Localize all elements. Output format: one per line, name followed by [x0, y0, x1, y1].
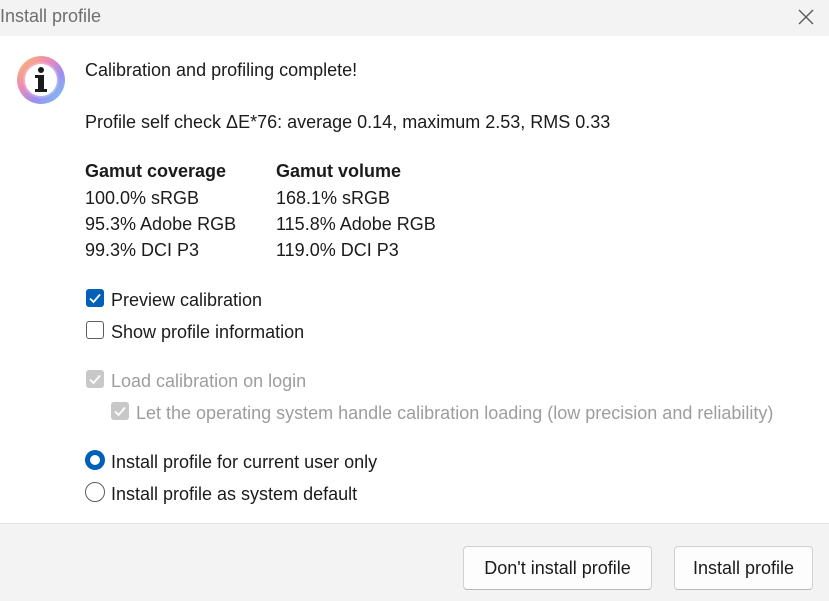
gamut-coverage-srgb: 100.0% sRGB — [85, 188, 200, 208]
dont-install-button[interactable]: Don't install profile — [463, 546, 652, 590]
install-system-default-radio[interactable] — [85, 482, 105, 502]
preview-calibration-checkbox[interactable] — [86, 289, 104, 307]
info-icon — [17, 56, 65, 104]
gamut-coverage-adobe-rgb: 95.3% Adobe RGB — [85, 214, 237, 234]
preview-calibration-label[interactable]: Preview calibration — [111, 289, 262, 311]
load-on-login-label: Load calibration on login — [111, 371, 307, 391]
gamut-volume-srgb: 168.1% sRGB — [276, 188, 391, 208]
close-icon — [798, 9, 814, 25]
window-title: Install profile — [0, 6, 102, 26]
os-handle-loading-label: Let the operating system handle calibrat… — [136, 403, 774, 423]
checkmark-icon — [114, 406, 126, 417]
show-profile-info-label[interactable]: Show profile information — [111, 321, 304, 343]
checkmark-icon — [89, 293, 101, 304]
checkmark-icon — [89, 374, 101, 385]
gamut-volume-adobe-rgb: 115.8% Adobe RGB — [276, 214, 436, 234]
install-current-user-label[interactable]: Install profile for current user only — [111, 451, 377, 473]
install-system-default-label[interactable]: Install profile as system default — [111, 483, 357, 505]
load-on-login-checkbox — [86, 370, 104, 388]
self-check-text: Profile self check ΔE*76: average 0.14, … — [85, 112, 611, 132]
gamut-coverage-header: Gamut coverage — [85, 161, 227, 181]
install-button[interactable]: Install profile — [674, 546, 813, 590]
completion-heading: Calibration and profiling complete! — [85, 60, 358, 80]
gamut-volume-dci-p3: 119.0% DCI P3 — [276, 240, 399, 260]
button-bar: Don't install profile Install profile — [0, 523, 829, 601]
gamut-coverage-dci-p3: 99.3% DCI P3 — [85, 240, 200, 260]
gamut-volume-header: Gamut volume — [276, 161, 402, 181]
show-profile-info-checkbox[interactable] — [86, 321, 104, 339]
install-current-user-radio[interactable] — [85, 450, 105, 470]
title-bar: Install profile — [0, 0, 829, 36]
os-handle-loading-checkbox — [111, 402, 129, 420]
close-button[interactable] — [789, 2, 823, 32]
